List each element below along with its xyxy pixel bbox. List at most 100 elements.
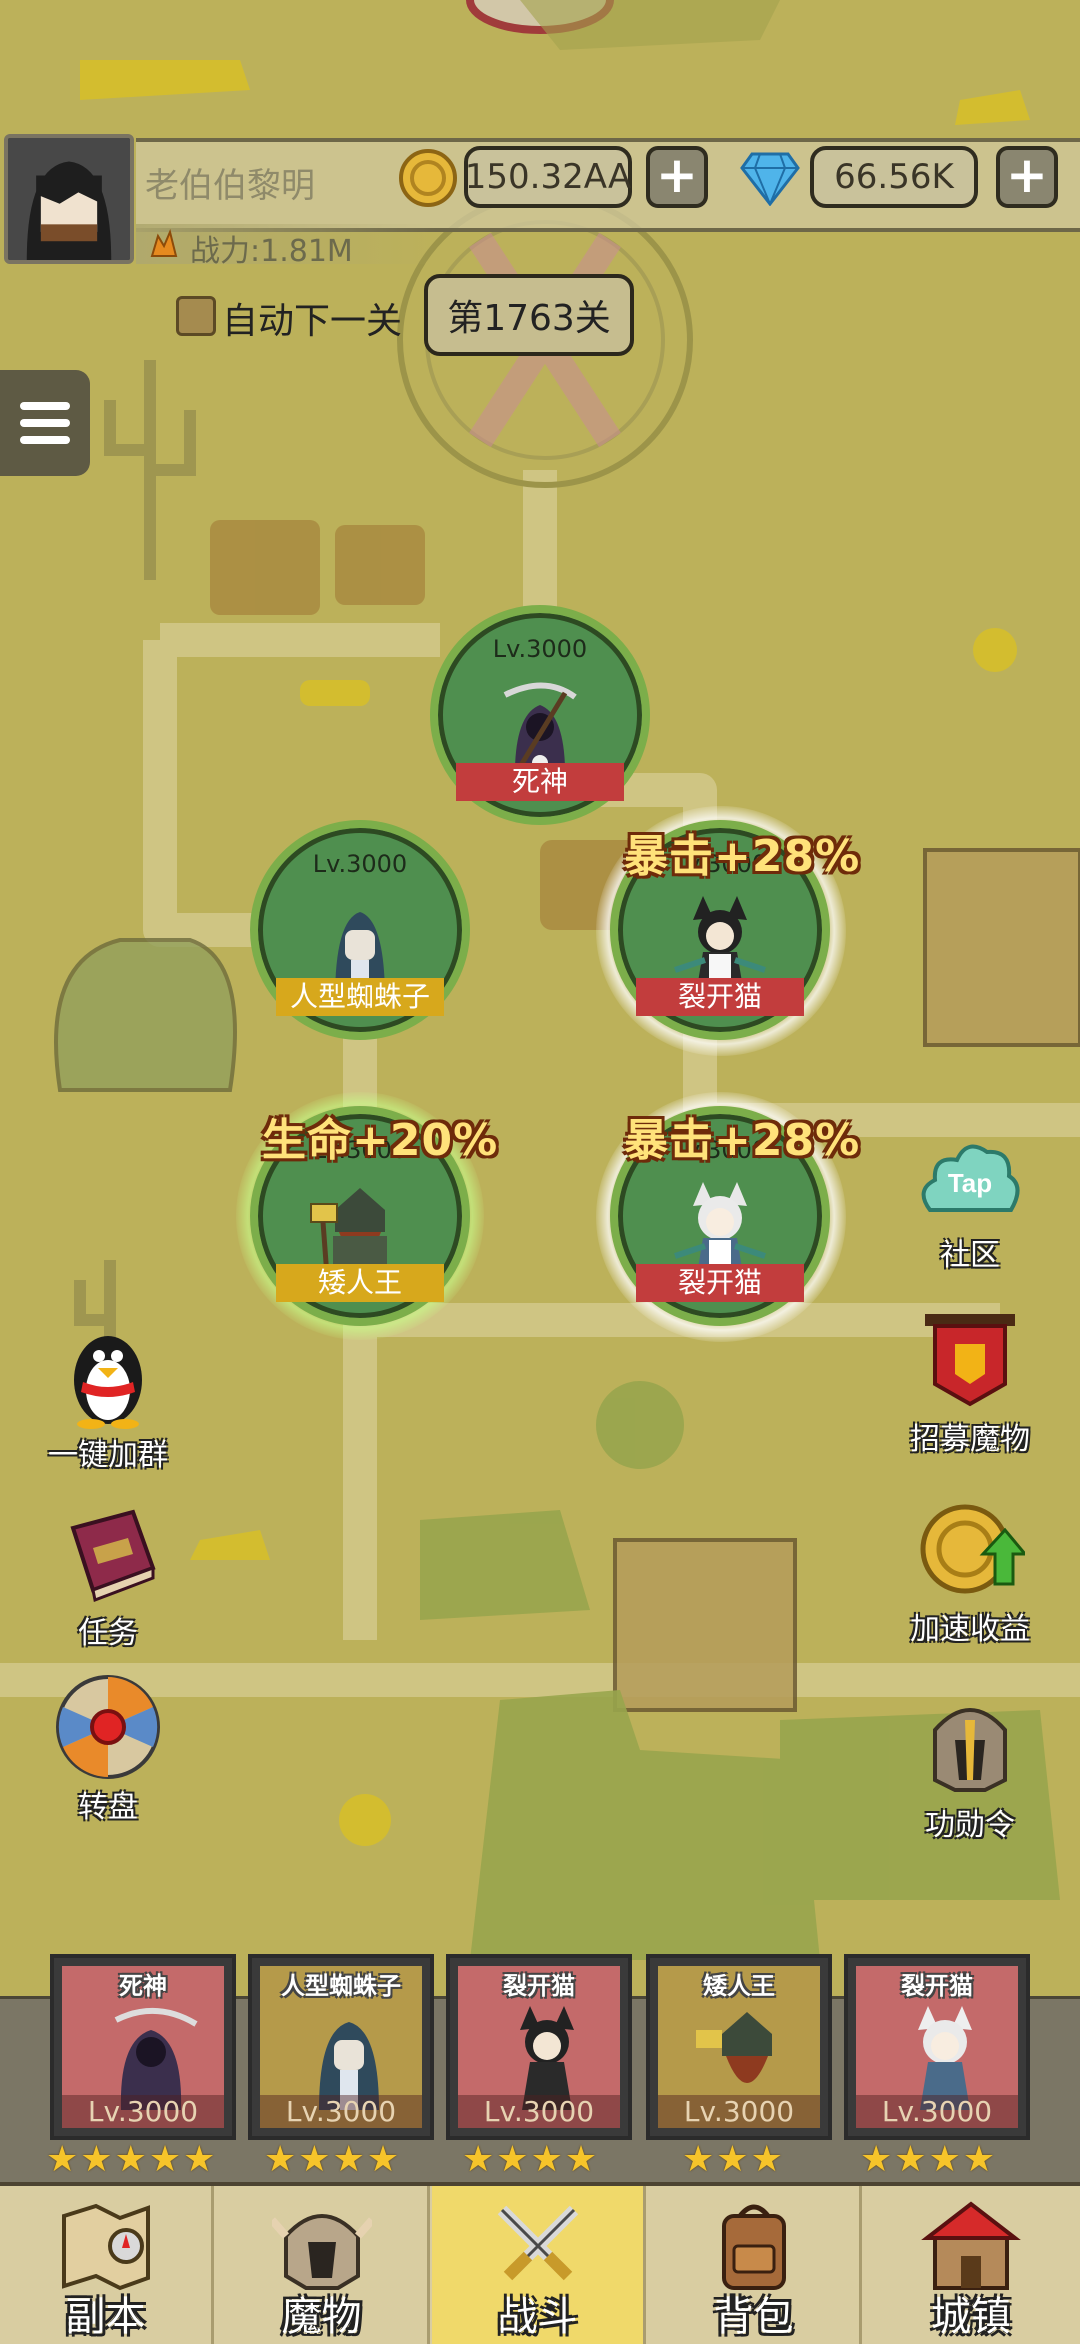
star-icon: ★ xyxy=(183,2139,216,2180)
team-card[interactable]: 裂开猫 Lv.3000 xyxy=(446,1954,632,2140)
auto-next-label[interactable]: 自动下一关 xyxy=(222,292,402,344)
star-icon: ★ xyxy=(298,2139,331,2180)
hero-level: Lv.3000 xyxy=(492,635,588,663)
gold-coin-icon xyxy=(399,149,457,207)
hero-level: Lv.3000 xyxy=(312,850,408,878)
tab-label: 魔物 xyxy=(281,2294,362,2340)
star-icon: ★ xyxy=(564,2139,598,2180)
join-group-button[interactable]: 一键加群 xyxy=(28,1320,188,1474)
star-rating: ★ ★ ★ ★ xyxy=(264,2140,399,2180)
town-icon xyxy=(921,2201,1021,2290)
bottom-nav: 副本 魔物 战斗 背包 城镇 xyxy=(0,2182,1080,2344)
star-icon: ★ xyxy=(462,2139,495,2180)
add-gold-button[interactable]: + xyxy=(646,146,708,208)
hero-buff: 生命+20% xyxy=(262,1115,499,1166)
player-header: 老伯伯黎明 150.32AA + 66.56K + 战力:1.81M xyxy=(0,128,1080,269)
white-cat-maid-portrait-icon xyxy=(918,2006,972,2110)
tab-monsters[interactable]: 魔物 xyxy=(216,2186,430,2344)
star-icon: ★ xyxy=(750,2139,783,2180)
star-rating: ★ ★ ★ ★ xyxy=(462,2140,597,2180)
star-icon: ★ xyxy=(860,2139,893,2180)
backpack-icon xyxy=(721,2204,786,2290)
dwarf-king-portrait-icon xyxy=(696,2012,772,2083)
team-card-level: Lv.3000 xyxy=(62,2095,224,2128)
star-icon: ★ xyxy=(496,2139,529,2180)
add-gem-button[interactable]: + xyxy=(996,146,1058,208)
wheel-button[interactable]: 转盘 xyxy=(28,1672,188,1826)
menu-button[interactable] xyxy=(0,370,90,476)
star-icon: ★ xyxy=(332,2139,365,2180)
team-card-name: 裂开猫 xyxy=(901,1972,973,2000)
community-button[interactable]: Tap 社区 xyxy=(890,1120,1050,1274)
spider-girl-portrait-icon xyxy=(319,2022,379,2110)
gem-amount: 66.56K xyxy=(810,146,978,208)
hero-buff: 暴击+28% xyxy=(624,1115,861,1166)
quest-button[interactable]: 任务 xyxy=(28,1498,188,1652)
team-card[interactable]: 死神 Lv.3000 xyxy=(50,1954,236,2140)
recruit-button[interactable]: 招募魔物 xyxy=(890,1304,1050,1458)
power-icon xyxy=(150,228,178,257)
team-card[interactable]: 矮人王 Lv.3000 xyxy=(646,1954,832,2140)
hero-name-tag: 裂开猫 xyxy=(636,1264,804,1302)
speed-income-button[interactable]: 加速收益 xyxy=(890,1494,1050,1648)
formation-slot-death[interactable]: Lv.3000 死神 xyxy=(430,605,650,825)
merit-order-button[interactable]: 功勋令 xyxy=(890,1690,1050,1844)
star-rating: ★ ★ ★ xyxy=(682,2140,783,2180)
tab-battle[interactable]: 战斗 xyxy=(432,2186,646,2344)
diamond-icon xyxy=(740,152,800,206)
team-card-level: Lv.3000 xyxy=(260,2095,422,2128)
crossed-swords-icon xyxy=(497,2205,578,2281)
star-icon: ★ xyxy=(962,2139,996,2180)
star-icon: ★ xyxy=(530,2139,563,2180)
star-icon: ★ xyxy=(148,2139,182,2180)
tab-backpack[interactable]: 背包 xyxy=(648,2186,862,2344)
star-icon: ★ xyxy=(80,2139,113,2180)
side-label: 转盘 xyxy=(78,1790,138,1825)
team-card-name: 矮人王 xyxy=(703,1972,775,2000)
team-card-level: Lv.3000 xyxy=(458,2095,620,2128)
helmet-icon xyxy=(933,1708,1007,1792)
tab-town[interactable]: 城镇 xyxy=(864,2186,1078,2344)
team-card[interactable]: 裂开猫 Lv.3000 xyxy=(844,1954,1030,2140)
team-card-name: 裂开猫 xyxy=(503,1972,575,2000)
combat-power: 战力:1.81M xyxy=(190,234,353,269)
quest-book-icon xyxy=(70,1509,156,1603)
tab-label: 城镇 xyxy=(931,2294,1011,2340)
auto-next-checkbox[interactable] xyxy=(176,296,216,336)
star-icon: ★ xyxy=(928,2139,961,2180)
side-label: 加速收益 xyxy=(910,1612,1030,1647)
team-card[interactable]: 人型蜘蛛子 Lv.3000 xyxy=(248,1954,434,2140)
side-label: 任务 xyxy=(78,1616,138,1651)
tap-cloud-icon: Tap xyxy=(921,1144,1020,1212)
hero-name-tag: 死神 xyxy=(456,763,624,801)
team-card-level: Lv.3000 xyxy=(658,2095,820,2128)
star-icon: ★ xyxy=(366,2139,400,2180)
team-card-level: Lv.3000 xyxy=(856,2095,1018,2128)
formation-slot-spider[interactable]: Lv.3000 人型蜘蛛子 xyxy=(250,820,470,1040)
star-icon: ★ xyxy=(114,2139,147,2180)
star-icon: ★ xyxy=(46,2139,79,2180)
star-icon: ★ xyxy=(894,2139,927,2180)
player-avatar[interactable] xyxy=(4,134,134,264)
monster-helmet-icon xyxy=(268,2214,375,2290)
star-rating: ★ ★ ★ ★ ★ xyxy=(46,2140,215,2180)
hero-buff: 暴击+28% xyxy=(624,831,861,882)
team-card-name: 人型蜘蛛子 xyxy=(281,1972,401,2000)
menu-icon xyxy=(20,402,70,410)
tab-dungeon[interactable]: 副本 xyxy=(0,2186,214,2344)
wheel-icon xyxy=(56,1675,160,1779)
star-icon: ★ xyxy=(716,2139,749,2180)
star-icon: ★ xyxy=(682,2139,715,2180)
side-label: 一键加群 xyxy=(48,1438,168,1473)
map-icon xyxy=(61,2203,150,2291)
star-rating: ★ ★ ★ ★ xyxy=(860,2140,995,2180)
recruit-banner-icon xyxy=(925,1314,1015,1407)
reaper-portrait-icon xyxy=(114,2008,198,2110)
side-label: 招募魔物 xyxy=(910,1422,1030,1457)
side-label: 功勋令 xyxy=(925,1808,1015,1843)
tab-label: 背包 xyxy=(713,2294,794,2340)
svg-text:Tap: Tap xyxy=(948,1168,992,1198)
hero-name-tag: 裂开猫 xyxy=(636,978,804,1016)
side-label: 社区 xyxy=(940,1238,1000,1273)
current-stage: 第1763关 xyxy=(424,274,634,356)
